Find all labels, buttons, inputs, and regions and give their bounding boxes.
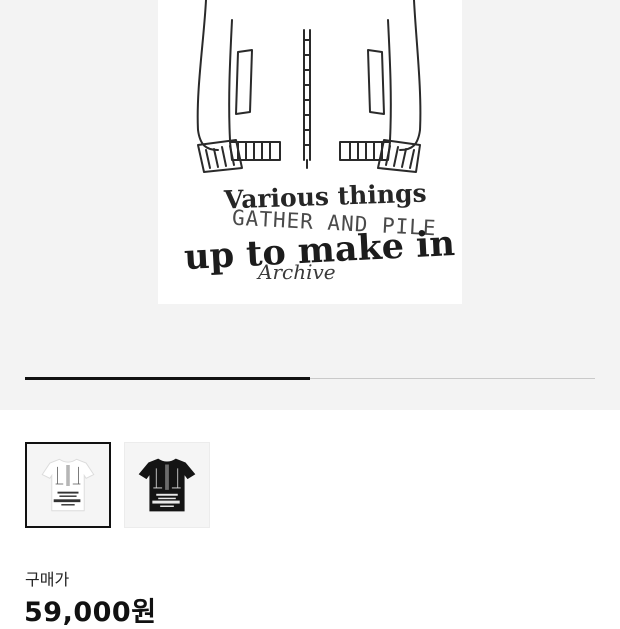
thumbnail-white-tshirt[interactable] (25, 442, 111, 528)
thumbnail-black-tshirt[interactable] (124, 442, 210, 528)
print-line-4: Archive (258, 260, 336, 284)
gallery-progress-fill (25, 377, 310, 380)
product-gallery[interactable]: Various things GATHER AND PILE up to mak… (0, 0, 620, 410)
price-value: 59,000원 (24, 597, 157, 628)
white-tshirt-icon (41, 458, 95, 512)
gallery-progress-bar[interactable] (25, 377, 595, 380)
product-image: Various things GATHER AND PILE up to mak… (158, 0, 462, 304)
black-tshirt-icon (138, 458, 196, 512)
print-text: Various things GATHER AND PILE up to mak… (158, 0, 462, 304)
price-label: 구매가 (25, 570, 70, 589)
